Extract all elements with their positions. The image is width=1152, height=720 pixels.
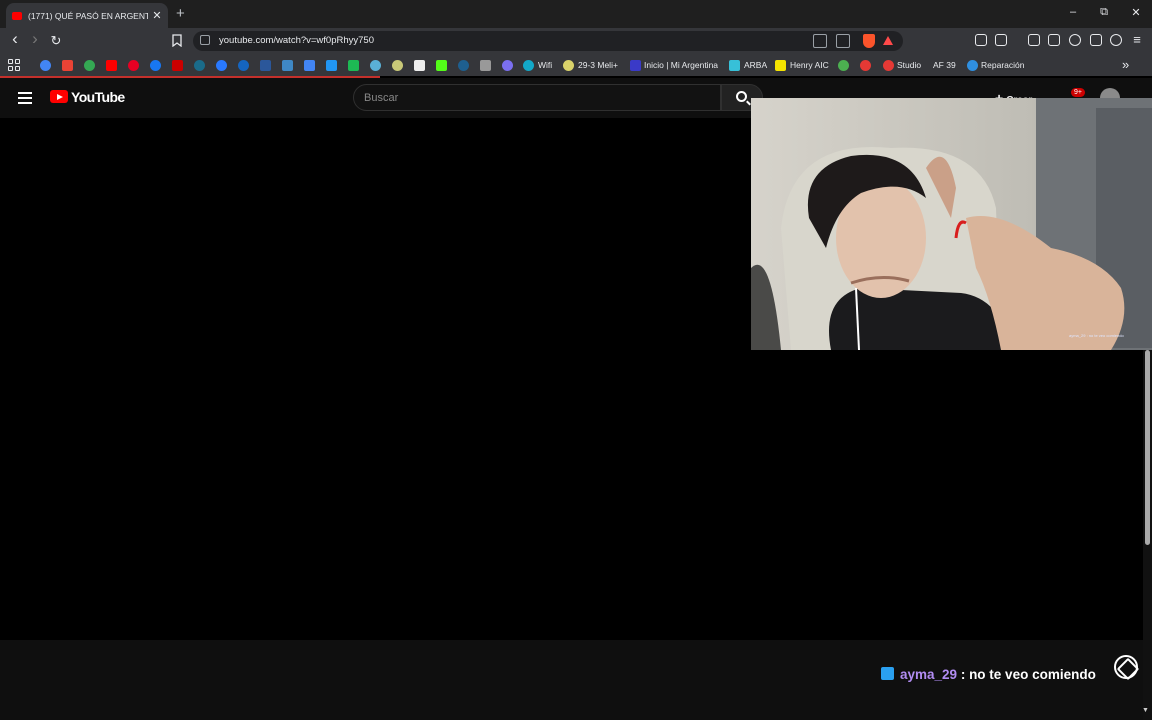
forward-button[interactable]: › [28, 29, 42, 49]
url-text[interactable]: youtube.com/watch?v=wf0pRhyy750 [219, 35, 374, 46]
address-bar[interactable]: youtube.com/watch?v=wf0pRhyy750 [193, 31, 903, 51]
chat-overlay-message: ayma_29 : no te veo comiendo [881, 667, 1096, 682]
new-tab-button[interactable]: + [176, 5, 185, 22]
circle-bookmark-icon[interactable] [502, 60, 513, 71]
bookmark-af39[interactable]: AF 39 [933, 60, 956, 70]
bookmark-arba[interactable]: ARBA [744, 60, 767, 70]
edge-bookmark-icon[interactable] [238, 60, 249, 71]
webcam-caption: ayma_29 : no te veo comiendo [1069, 333, 1124, 338]
doc-bookmark-icon[interactable] [282, 60, 293, 71]
drive-bookmark-icon[interactable] [84, 60, 95, 71]
pinterest-bookmark-icon[interactable] [128, 60, 139, 71]
restore-button[interactable]: ⧉ [1097, 6, 1111, 19]
bookmark-studio[interactable]: Studio [897, 60, 921, 70]
tab-title: (1771) QUÉ PASÓ EN ARGENTIN... [28, 10, 148, 21]
bookmark-henry-aic[interactable]: Henry AIC [790, 60, 829, 70]
meli-bookmark-icon[interactable] [563, 60, 574, 71]
scrollbar-thumb[interactable] [1145, 350, 1150, 545]
bookmark-icon[interactable] [194, 60, 205, 71]
search-icon [736, 91, 747, 102]
bookmark-reparacion[interactable]: Reparación [981, 60, 1024, 70]
youtube-favicon-icon [12, 11, 22, 20]
browser-toolbar: ‹ › ↻ youtube.com/watch?v=wf0pRhyy750 ≡ [0, 28, 1152, 54]
amazon-bookmark-icon[interactable] [414, 60, 425, 71]
brave-shields-icon[interactable] [863, 34, 875, 48]
gear-bookmark-icon[interactable] [480, 60, 491, 71]
bookmark-meli[interactable]: 29-3 Meli+ [578, 60, 618, 70]
reparacion-bookmark-icon[interactable] [967, 60, 978, 71]
brave-rewards-icon[interactable] [883, 36, 893, 45]
webcam-overlay: ayma_29 : no te veo comiendo [751, 98, 1152, 350]
gmail-bookmark-icon[interactable] [62, 60, 73, 71]
youtube-logo-text[interactable]: YouTube [71, 89, 125, 105]
kick-bookmark-icon[interactable] [436, 60, 447, 71]
forms-bookmark-icon[interactable] [304, 60, 315, 71]
wave-bookmark-icon[interactable] [370, 60, 381, 71]
site-settings-icon[interactable] [200, 35, 210, 45]
share-icon[interactable] [836, 34, 850, 48]
red-circle-bookmark-icon[interactable] [860, 60, 871, 71]
mi-argentina-bookmark-icon[interactable] [630, 60, 641, 71]
folder-bookmark-icon[interactable] [326, 60, 337, 71]
leo-ai-icon[interactable] [1069, 34, 1081, 46]
profile-icon[interactable] [1110, 34, 1122, 46]
extensions-icon[interactable] [975, 34, 987, 46]
close-window-button[interactable]: ✕ [1129, 6, 1143, 19]
google-bookmark-icon[interactable] [40, 60, 51, 71]
vpn-shield-icon[interactable] [1090, 34, 1102, 46]
screenshot-icon[interactable] [995, 34, 1007, 46]
bookmark-wifi[interactable]: Wifi [538, 60, 552, 70]
more-bookmarks-button[interactable]: » [1122, 57, 1129, 72]
word-bookmark-icon[interactable] [260, 60, 271, 71]
bookmark-mi-argentina[interactable]: Inicio | Mi Argentina [644, 60, 718, 70]
chat-platform-icon [881, 667, 894, 680]
sidebar-icon[interactable] [1028, 34, 1040, 46]
search-input[interactable] [364, 90, 704, 106]
menu-icon[interactable]: ≡ [1130, 32, 1144, 47]
notifications-badge[interactable]: 9+ [1071, 88, 1085, 97]
webcam-feed-image [751, 98, 1152, 350]
cast-icon[interactable] [813, 34, 827, 48]
wifi-bookmark-icon[interactable] [523, 60, 534, 71]
youtube-logo-icon[interactable] [50, 90, 68, 103]
back-button[interactable]: ‹ [8, 29, 22, 49]
globe-bookmark-icon[interactable] [458, 60, 469, 71]
minimize-button[interactable]: – [1066, 6, 1080, 18]
handshake-bookmark-icon[interactable] [392, 60, 403, 71]
chat-separator: : [957, 667, 970, 682]
p-bookmark-icon[interactable] [348, 60, 359, 71]
arba-bookmark-icon[interactable] [729, 60, 740, 71]
bookmarks-bar: Wifi 29-3 Meli+ Inicio | Mi Argentina AR… [0, 54, 1152, 76]
henry-bookmark-icon[interactable] [775, 60, 786, 71]
youtube-bookmark-icon[interactable] [106, 60, 117, 71]
browser-tab-youtube[interactable]: (1771) QUÉ PASÓ EN ARGENTIN... ✕ [6, 3, 168, 28]
wallet-icon[interactable] [1048, 34, 1060, 46]
browser-tab-strip: (1771) QUÉ PASÓ EN ARGENTIN... ✕ + – ⧉ ✕ [0, 0, 1152, 28]
guide-menu-icon[interactable] [18, 92, 32, 104]
location-bookmark-icon[interactable] [838, 60, 849, 71]
stream-logo-icon [1114, 655, 1138, 679]
studio-bookmark-icon[interactable] [883, 60, 894, 71]
play-bookmark-icon[interactable] [216, 60, 227, 71]
red-bookmark-icon[interactable] [172, 60, 183, 71]
apps-grid-icon[interactable] [8, 59, 20, 71]
reload-button[interactable]: ↻ [49, 33, 63, 49]
chat-text: no te veo comiendo [969, 667, 1096, 682]
bookmark-page-icon[interactable] [170, 34, 184, 50]
facebook-bookmark-icon[interactable] [150, 60, 161, 71]
close-tab-icon[interactable]: ✕ [152, 9, 162, 22]
chat-username: ayma_29 [900, 667, 958, 682]
scroll-down-arrow-icon[interactable]: ▼ [1142, 707, 1149, 714]
search-box [353, 84, 721, 111]
